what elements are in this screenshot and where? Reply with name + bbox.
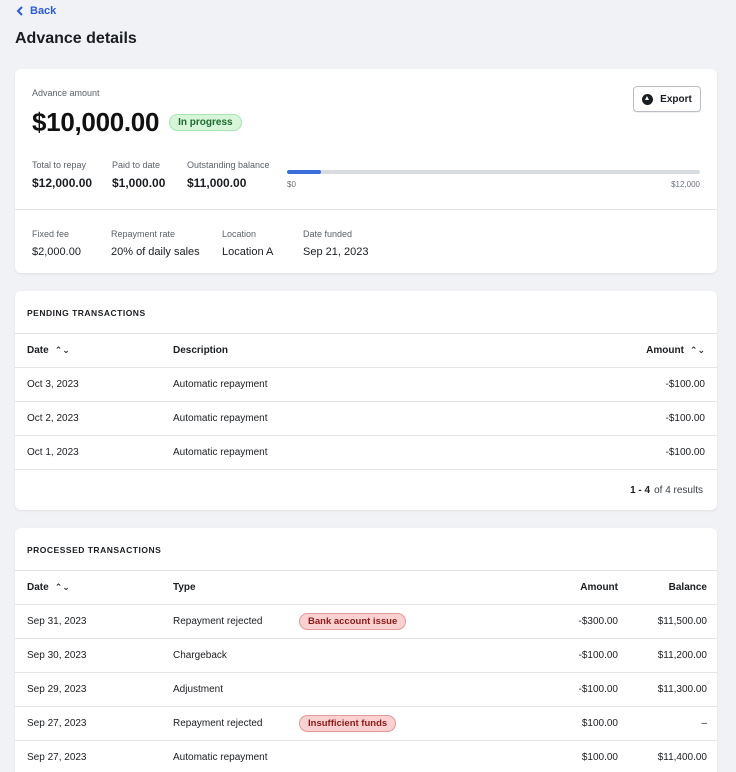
section-title: PROCESSED TRANSACTIONS: [15, 528, 717, 571]
page-title: Advance details: [15, 30, 137, 47]
repayment-progress: $0 $12,000: [287, 170, 700, 189]
cell-amount: -$100.00: [578, 684, 618, 695]
cell-date: Oct 1, 2023: [27, 447, 79, 458]
detail-fixed-fee: Fixed fee $2,000.00: [32, 229, 81, 258]
cell-date: Sep 30, 2023: [27, 650, 87, 661]
table-row[interactable]: Oct 3, 2023 Automatic repayment -$100.00: [15, 368, 717, 402]
cell-type: Adjustment: [173, 684, 224, 695]
progress-fill: [287, 170, 322, 174]
table-header: Date ⌃⌄ Type Amount Balance: [15, 571, 717, 605]
detail-repayment-rate: Repayment rate 20% of daily sales: [111, 229, 200, 258]
cell-description: Automatic repayment: [173, 447, 268, 458]
detail-label: Fixed fee: [32, 229, 70, 239]
stat-label: Total to repay: [32, 160, 87, 170]
cell-amount: -$100.00: [665, 413, 705, 424]
sort-icon[interactable]: ⌃⌄: [55, 345, 70, 356]
cell-balance: $11,500.00: [657, 616, 707, 627]
sort-icon[interactable]: ⌃⌄: [55, 582, 70, 593]
cell-date: Sep 27, 2023: [27, 752, 87, 763]
advance-amount-label: Advance amount: [32, 88, 100, 98]
export-label: Export: [660, 93, 692, 105]
detail-value: Sep 21, 2023: [303, 246, 369, 258]
table-row[interactable]: Sep 27, 2023 Automatic repayment $100.00…: [15, 741, 717, 772]
table-header: Date ⌃⌄ Description Amount ⌃⌄: [15, 334, 717, 368]
table-row[interactable]: Sep 27, 2023 Repayment rejected Insuffic…: [15, 707, 717, 741]
stat-value: $1,000.00: [112, 176, 166, 190]
cell-amount: -$100.00: [665, 379, 705, 390]
cell-description: Automatic repayment: [173, 413, 268, 424]
column-description: Description: [173, 345, 229, 356]
progress-max-label: $12,000: [671, 180, 700, 189]
stat-paid-to-date: Paid to date $1,000.00: [112, 160, 165, 190]
detail-value: $2,000.00: [32, 246, 81, 258]
upload-icon: [642, 93, 654, 105]
cell-date: Sep 31, 2023: [27, 616, 87, 627]
detail-value: 20% of daily sales: [111, 246, 200, 258]
processed-transactions-card: PROCESSED TRANSACTIONS Date ⌃⌄ Type Amoun…: [15, 528, 717, 772]
detail-location: Location Location A: [222, 229, 273, 258]
column-type: Type: [173, 582, 196, 593]
cell-date: Sep 27, 2023: [27, 718, 87, 729]
cell-balance: $11,200.00: [657, 650, 707, 661]
advance-amount: $10,000.00: [32, 107, 160, 137]
results-range: 1 - 4: [630, 485, 651, 496]
back-label: Back: [30, 5, 57, 17]
cell-description: Automatic repayment: [173, 379, 268, 390]
section-title: PENDING TRANSACTIONS: [15, 291, 717, 334]
stat-value: $12,000.00: [32, 176, 93, 190]
column-date[interactable]: Date ⌃⌄: [27, 345, 70, 356]
table-row[interactable]: Oct 1, 2023 Automatic repayment -$100.00: [15, 436, 717, 470]
stat-total-to-repay: Total to repay $12,000.00: [32, 160, 92, 190]
divider: [15, 209, 717, 210]
cell-date: Oct 2, 2023: [27, 413, 79, 424]
column-label: Date: [27, 582, 49, 593]
column-date[interactable]: Date ⌃⌄: [27, 582, 70, 593]
detail-label: Repayment rate: [111, 229, 176, 239]
sort-icon[interactable]: ⌃⌄: [690, 345, 705, 356]
cell-type: Repayment rejected: [173, 718, 263, 729]
advance-summary-card: Advance amount $10,000.00 In progress Ex…: [15, 69, 717, 273]
cell-type: Repayment rejected: [173, 616, 263, 627]
back-link[interactable]: Back: [16, 5, 56, 17]
column-label: Date: [27, 345, 49, 356]
detail-label: Location: [222, 229, 257, 239]
table-row[interactable]: Sep 30, 2023 Chargeback -$100.00 $11,200…: [15, 639, 717, 673]
cell-amount: -$300.00: [578, 616, 618, 627]
cell-balance: –: [701, 718, 707, 729]
chevron-left-icon: [16, 6, 23, 16]
cell-balance: $11,300.00: [657, 684, 707, 695]
detail-date-funded: Date funded Sep 21, 2023: [303, 229, 368, 258]
detail-value: Location A: [222, 246, 274, 258]
results-total: of 4 results: [654, 485, 703, 496]
stat-value: $11,000.00: [187, 176, 247, 190]
export-button[interactable]: Export: [633, 86, 701, 112]
results-count: 1 - 4 of 4 results: [15, 470, 717, 511]
cell-amount: -$100.00: [578, 650, 618, 661]
cell-amount: -$100.00: [665, 447, 705, 458]
status-badge: In progress: [169, 114, 242, 131]
detail-label: Date funded: [303, 229, 353, 239]
cell-date: Oct 3, 2023: [27, 379, 79, 390]
stat-label: Outstanding balance: [187, 160, 270, 170]
cell-type: Automatic repayment: [173, 752, 268, 763]
cell-date: Sep 29, 2023: [27, 684, 87, 695]
progress-min-label: $0: [287, 180, 296, 189]
progress-track: [287, 170, 700, 174]
pending-transactions-card: PENDING TRANSACTIONS Date ⌃⌄ Description …: [15, 291, 717, 510]
column-amount: Amount: [580, 582, 618, 593]
stat-label: Paid to date: [112, 160, 161, 170]
error-badge: Bank account issue: [299, 613, 407, 630]
table-row[interactable]: Sep 29, 2023 Adjustment -$100.00 $11,300…: [15, 673, 717, 707]
column-label: Amount: [646, 345, 684, 356]
cell-amount: $100.00: [581, 752, 618, 763]
table-row[interactable]: Oct 2, 2023 Automatic repayment -$100.00: [15, 402, 717, 436]
column-balance: Balance: [668, 582, 707, 593]
error-badge: Insufficient funds: [299, 715, 397, 732]
table-row[interactable]: Sep 31, 2023 Repayment rejected Bank acc…: [15, 605, 717, 639]
column-amount[interactable]: Amount ⌃⌄: [646, 345, 705, 356]
cell-balance: $11,400.00: [657, 752, 707, 763]
stat-outstanding-balance: Outstanding balance $11,000.00: [187, 160, 270, 190]
cell-amount: $100.00: [581, 718, 618, 729]
cell-type: Chargeback: [173, 650, 227, 661]
